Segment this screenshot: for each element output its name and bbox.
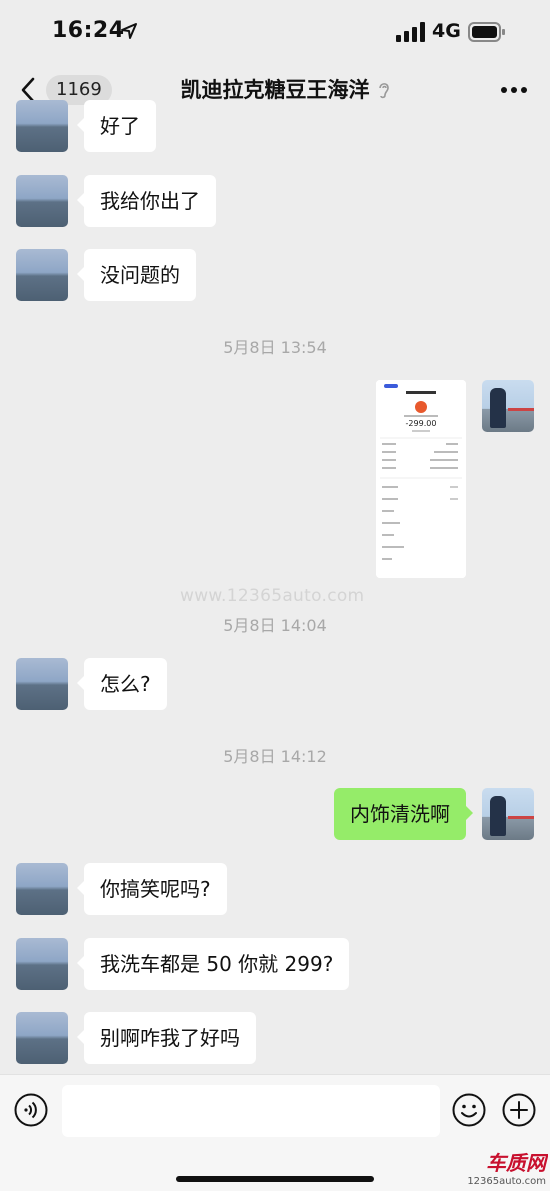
contact-avatar[interactable]: [16, 863, 68, 915]
bubble-tail: [466, 806, 473, 820]
bubble-tail: [77, 881, 84, 895]
receipt-screenshot-image: -299.00: [376, 380, 466, 578]
image-message-thumbnail[interactable]: -299.00: [376, 380, 466, 578]
contact-avatar[interactable]: [16, 658, 68, 710]
contact-avatar[interactable]: [16, 175, 68, 227]
site-logo: 车质网 12365auto.com: [467, 1151, 548, 1187]
bubble-tail: [77, 956, 84, 970]
message-bubble[interactable]: 我洗车都是 50 你就 299?: [84, 938, 350, 990]
message-bubble[interactable]: 好了: [84, 100, 156, 152]
message-bubble[interactable]: 你搞笑呢吗?: [84, 863, 227, 915]
ear-icon: [379, 83, 389, 99]
voice-input-icon[interactable]: [14, 1093, 48, 1127]
message-input[interactable]: [62, 1085, 440, 1137]
more-options-icon[interactable]: [496, 78, 532, 102]
add-attachment-icon[interactable]: [502, 1093, 536, 1127]
message-bubble[interactable]: 怎么?: [84, 658, 167, 710]
home-indicator: [176, 1176, 374, 1182]
bubble-tail: [77, 1030, 84, 1044]
my-avatar[interactable]: [482, 380, 534, 432]
contact-avatar[interactable]: [16, 1012, 68, 1064]
bubble-tail: [77, 193, 84, 207]
battery-icon: [468, 22, 505, 42]
contact-avatar[interactable]: [16, 938, 68, 990]
my-message-bubble[interactable]: 内饰清洗啊: [334, 788, 466, 840]
message-timestamp: 5月8日 13:54: [223, 338, 327, 357]
chat-title: 凯迪拉克糖豆王海洋: [180, 78, 370, 102]
location-arrow-icon: [121, 23, 137, 39]
bubble-tail: [77, 676, 84, 690]
bubble-tail: [77, 267, 84, 281]
chat-header: 1169 凯迪拉克糖豆王海洋: [0, 62, 550, 118]
message-timestamp: 5月8日 14:04: [223, 616, 327, 635]
my-avatar[interactable]: [482, 788, 534, 840]
status-bar: 16:24 4G: [0, 0, 550, 62]
watermark: www.12365auto.com: [180, 586, 365, 606]
status-time: 16:24: [52, 18, 125, 43]
message-bubble[interactable]: 没问题的: [84, 249, 196, 301]
emoji-icon[interactable]: [452, 1093, 486, 1127]
logo-url-text: 12365auto.com: [467, 1176, 546, 1187]
message-bubble[interactable]: 我给你出了: [84, 175, 216, 227]
receipt-amount: -299.00: [406, 419, 437, 428]
logo-brand-text: 车质网: [486, 1151, 548, 1175]
contact-avatar[interactable]: [16, 100, 68, 152]
message-bubble[interactable]: 别啊咋我了好吗: [84, 1012, 256, 1064]
signal-icon: [396, 22, 425, 42]
message-timestamp: 5月8日 14:12: [223, 747, 327, 766]
network-type: 4G: [432, 20, 461, 42]
bubble-tail: [77, 118, 84, 132]
contact-avatar[interactable]: [16, 249, 68, 301]
